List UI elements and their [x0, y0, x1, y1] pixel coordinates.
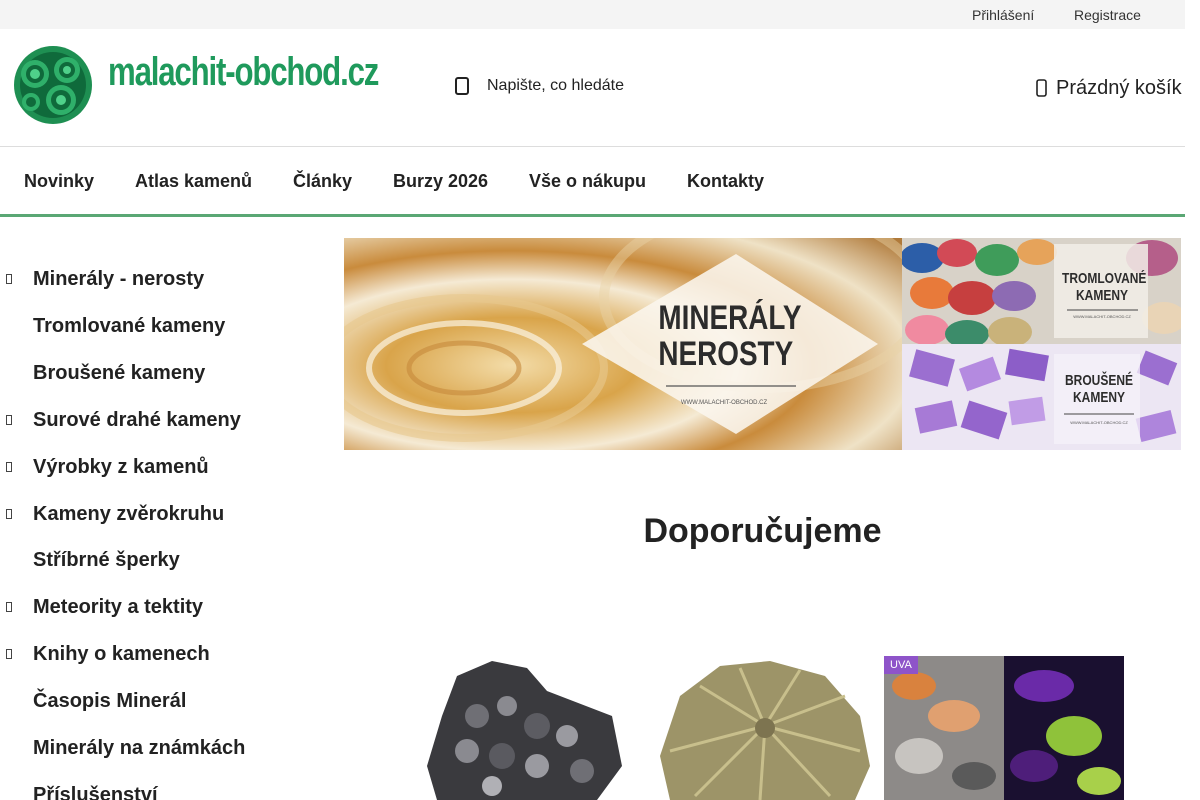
nav-item-burzy[interactable]: Burzy 2026: [393, 171, 488, 192]
header: malachit-obchod.cz Prázdný košík: [0, 29, 1185, 147]
product-badge-uva: UVA: [884, 656, 918, 674]
category-label: Tromlované kameny: [33, 314, 226, 337]
category-label: Časopis Minerál: [33, 690, 187, 713]
register-link[interactable]: Registrace: [1074, 7, 1141, 23]
category-item[interactable]: Tromlované kameny: [0, 305, 330, 351]
logo[interactable]: malachit-obchod.cz: [9, 44, 379, 126]
category-item[interactable]: Minerály - nerosty: [0, 258, 330, 304]
banner-tumbled-title: TROMLOVANÉ KAMENY: [1062, 270, 1147, 304]
nav-item-clanky[interactable]: Články: [293, 171, 352, 192]
section-title-recommended: Doporučujeme: [643, 512, 882, 550]
expand-icon[interactable]: [6, 412, 12, 425]
banner-tumbled-url: WWW.MALACHIT-OBCHOD.CZ: [1073, 314, 1131, 319]
logo-text: malachit-obchod.cz: [108, 50, 379, 94]
expand-icon[interactable]: [6, 459, 12, 472]
banner-cut[interactable]: WWW.MALACHIT-OBCHOD.CZ BROUŠENÉ KAMENY: [902, 344, 1181, 450]
category-label: Příslušenství: [33, 783, 158, 800]
category-item[interactable]: Stříbrné šperky: [0, 539, 330, 585]
expand-icon[interactable]: [6, 271, 12, 284]
banner-tumbled[interactable]: WWW.MALACHIT-OBCHOD.CZ TROMLOVANÉ KAMENY: [902, 238, 1181, 344]
category-item[interactable]: Časopis Minerál: [0, 680, 330, 726]
expand-icon[interactable]: [6, 646, 12, 660]
cut-stones-image: WWW.MALACHIT-OBCHOD.CZ: [902, 344, 1181, 450]
login-link[interactable]: Přihlášení: [972, 7, 1034, 23]
nav-item-nakup[interactable]: Vše o nákupu: [529, 171, 646, 192]
search-icon[interactable]: [455, 77, 469, 95]
banner-minerals[interactable]: WWW.MALACHIT-OBCHOD.CZ MINERÁLY NEROSTY: [344, 238, 902, 450]
category-item[interactable]: Broušené kameny: [0, 352, 330, 398]
category-label: Kameny zvěrokruhu: [33, 502, 225, 525]
category-label: Výrobky z kamenů: [33, 455, 209, 478]
expand-icon[interactable]: [6, 506, 12, 519]
nav-item-novinky[interactable]: Novinky: [24, 171, 94, 192]
category-item[interactable]: Příslušenství: [0, 774, 330, 800]
nav-item-kontakty[interactable]: Kontakty: [687, 171, 764, 192]
product-card[interactable]: [640, 656, 884, 800]
cart-icon: [1036, 79, 1047, 97]
category-item[interactable]: Kameny zvěrokruhu: [0, 493, 330, 539]
cart-label: Prázdný košík: [1056, 76, 1182, 99]
agate-image: WWW.MALACHIT-OBCHOD.CZ: [344, 238, 902, 450]
product-image-hematite: [397, 656, 641, 800]
cart-button[interactable]: Prázdný košík: [1036, 73, 1182, 103]
product-card[interactable]: UVA: [884, 656, 1128, 800]
category-item[interactable]: Výrobky z kamenů: [0, 446, 330, 492]
category-label: Meteority a tektity: [33, 596, 204, 619]
product-image-uv-mineral: [884, 656, 1128, 800]
product-image-pyrite-sun: [640, 656, 884, 800]
top-bar: Přihlášení Registrace: [0, 0, 1185, 29]
main-nav: Novinky Atlas kamenů Články Burzy 2026 V…: [0, 147, 1185, 217]
banner-minerals-title: MINERÁLY NEROSTY: [658, 299, 802, 373]
nav-item-atlas[interactable]: Atlas kamenů: [135, 171, 252, 192]
category-label: Minerály na známkách: [33, 737, 246, 759]
category-label: Knihy o kamenech: [33, 643, 210, 666]
category-label: Surové drahé kameny: [33, 408, 241, 431]
category-item[interactable]: Knihy o kamenech: [0, 633, 330, 679]
banner-cut-title: BROUŠENÉ KAMENY: [1064, 372, 1133, 406]
banner-cut-url: WWW.MALACHIT-OBCHOD.CZ: [1070, 420, 1128, 425]
category-item[interactable]: Surové drahé kameny: [0, 399, 330, 445]
category-label: Stříbrné šperky: [33, 549, 180, 572]
product-card[interactable]: [397, 656, 641, 800]
category-item[interactable]: Minerály na známkách: [0, 727, 330, 773]
category-label: Broušené kameny: [33, 361, 206, 384]
category-label: Minerály - nerosty: [33, 268, 205, 290]
search-input[interactable]: [478, 69, 798, 103]
expand-icon[interactable]: [6, 599, 12, 613]
malachite-logo-icon: [14, 46, 92, 124]
banner-minerals-url: WWW.MALACHIT-OBCHOD.CZ: [681, 400, 768, 406]
category-item[interactable]: Meteority a tektity: [0, 586, 330, 632]
